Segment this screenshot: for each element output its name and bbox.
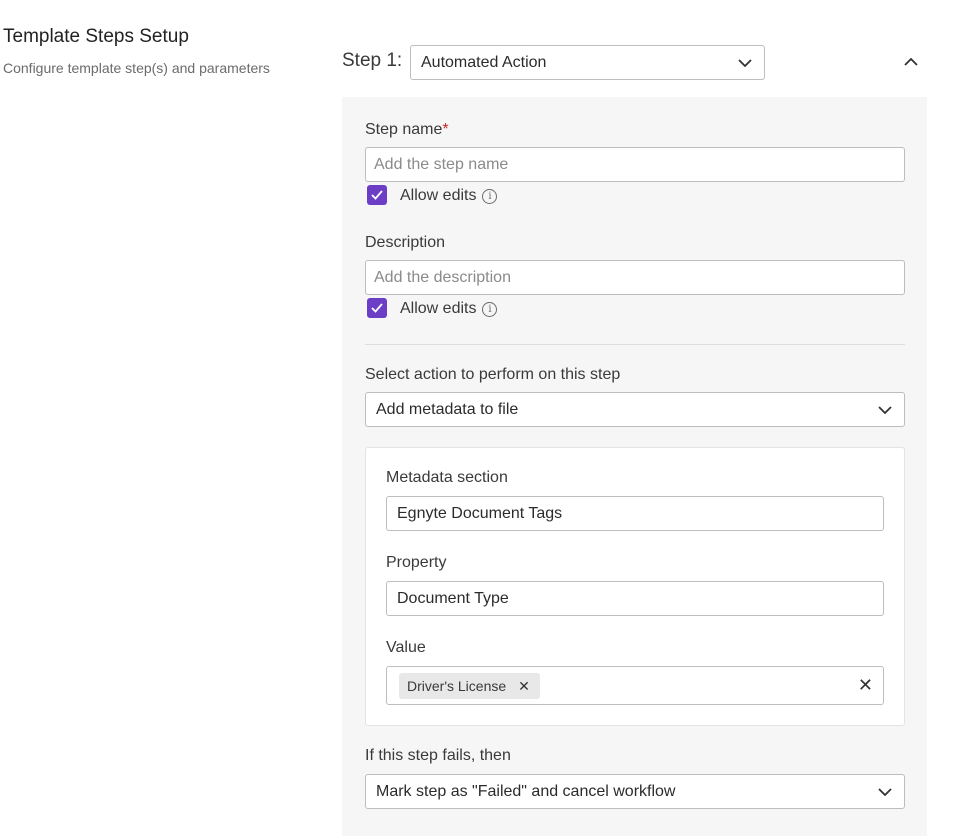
step-name-allow-edits-label: Allow edits i [400,187,498,205]
fail-action-select[interactable]: Mark step as "Failed" and cancel workflo… [365,774,905,809]
metadata-section-value: Egnyte Document Tags [397,504,563,522]
chevron-down-icon [738,58,752,67]
clear-icon[interactable]: ✕ [858,675,873,696]
checkmark-icon [371,303,383,313]
collapse-step-button[interactable] [900,54,922,70]
description-allow-edits-label: Allow edits i [400,300,498,318]
description-allow-edits-checkbox[interactable] [367,298,387,318]
step-name-allow-edits-checkbox[interactable] [367,185,387,205]
info-icon[interactable]: i [482,189,498,204]
fail-label: If this step fails, then [365,747,511,764]
property-field[interactable]: Document Type [386,581,884,616]
step-number-label: Step 1: [342,50,403,71]
description-label: Description [365,234,446,251]
section-title: Template Steps Setup [3,26,189,47]
description-input[interactable] [365,260,905,295]
action-value: Add metadata to file [376,400,519,418]
value-label: Value [386,639,426,656]
required-asterisk: * [442,121,449,138]
action-label: Select action to perform on this step [365,366,621,383]
value-tag-input[interactable]: Driver's License ✕ ✕ [386,666,884,705]
action-select[interactable]: Add metadata to file [365,392,905,427]
divider [365,344,905,345]
step-name-label: Step name* [365,121,449,138]
value-tag: Driver's License ✕ [399,673,540,699]
step-type-value: Automated Action [421,53,547,71]
step-type-select[interactable]: Automated Action [410,45,765,80]
remove-tag-icon[interactable]: ✕ [518,678,530,695]
property-value: Document Type [397,589,509,607]
metadata-section-label: Metadata section [386,469,508,486]
step-name-input[interactable] [365,147,905,182]
info-icon[interactable]: i [482,302,498,317]
chevron-down-icon [878,787,892,796]
checkmark-icon [371,190,383,200]
section-subtitle: Configure template step(s) and parameter… [3,60,270,76]
fail-action-value: Mark step as "Failed" and cancel workflo… [376,782,676,800]
metadata-section-field[interactable]: Egnyte Document Tags [386,496,884,531]
value-tag-label: Driver's License [407,678,507,694]
chevron-up-icon [904,58,918,66]
property-label: Property [386,554,447,571]
chevron-down-icon [878,405,892,414]
